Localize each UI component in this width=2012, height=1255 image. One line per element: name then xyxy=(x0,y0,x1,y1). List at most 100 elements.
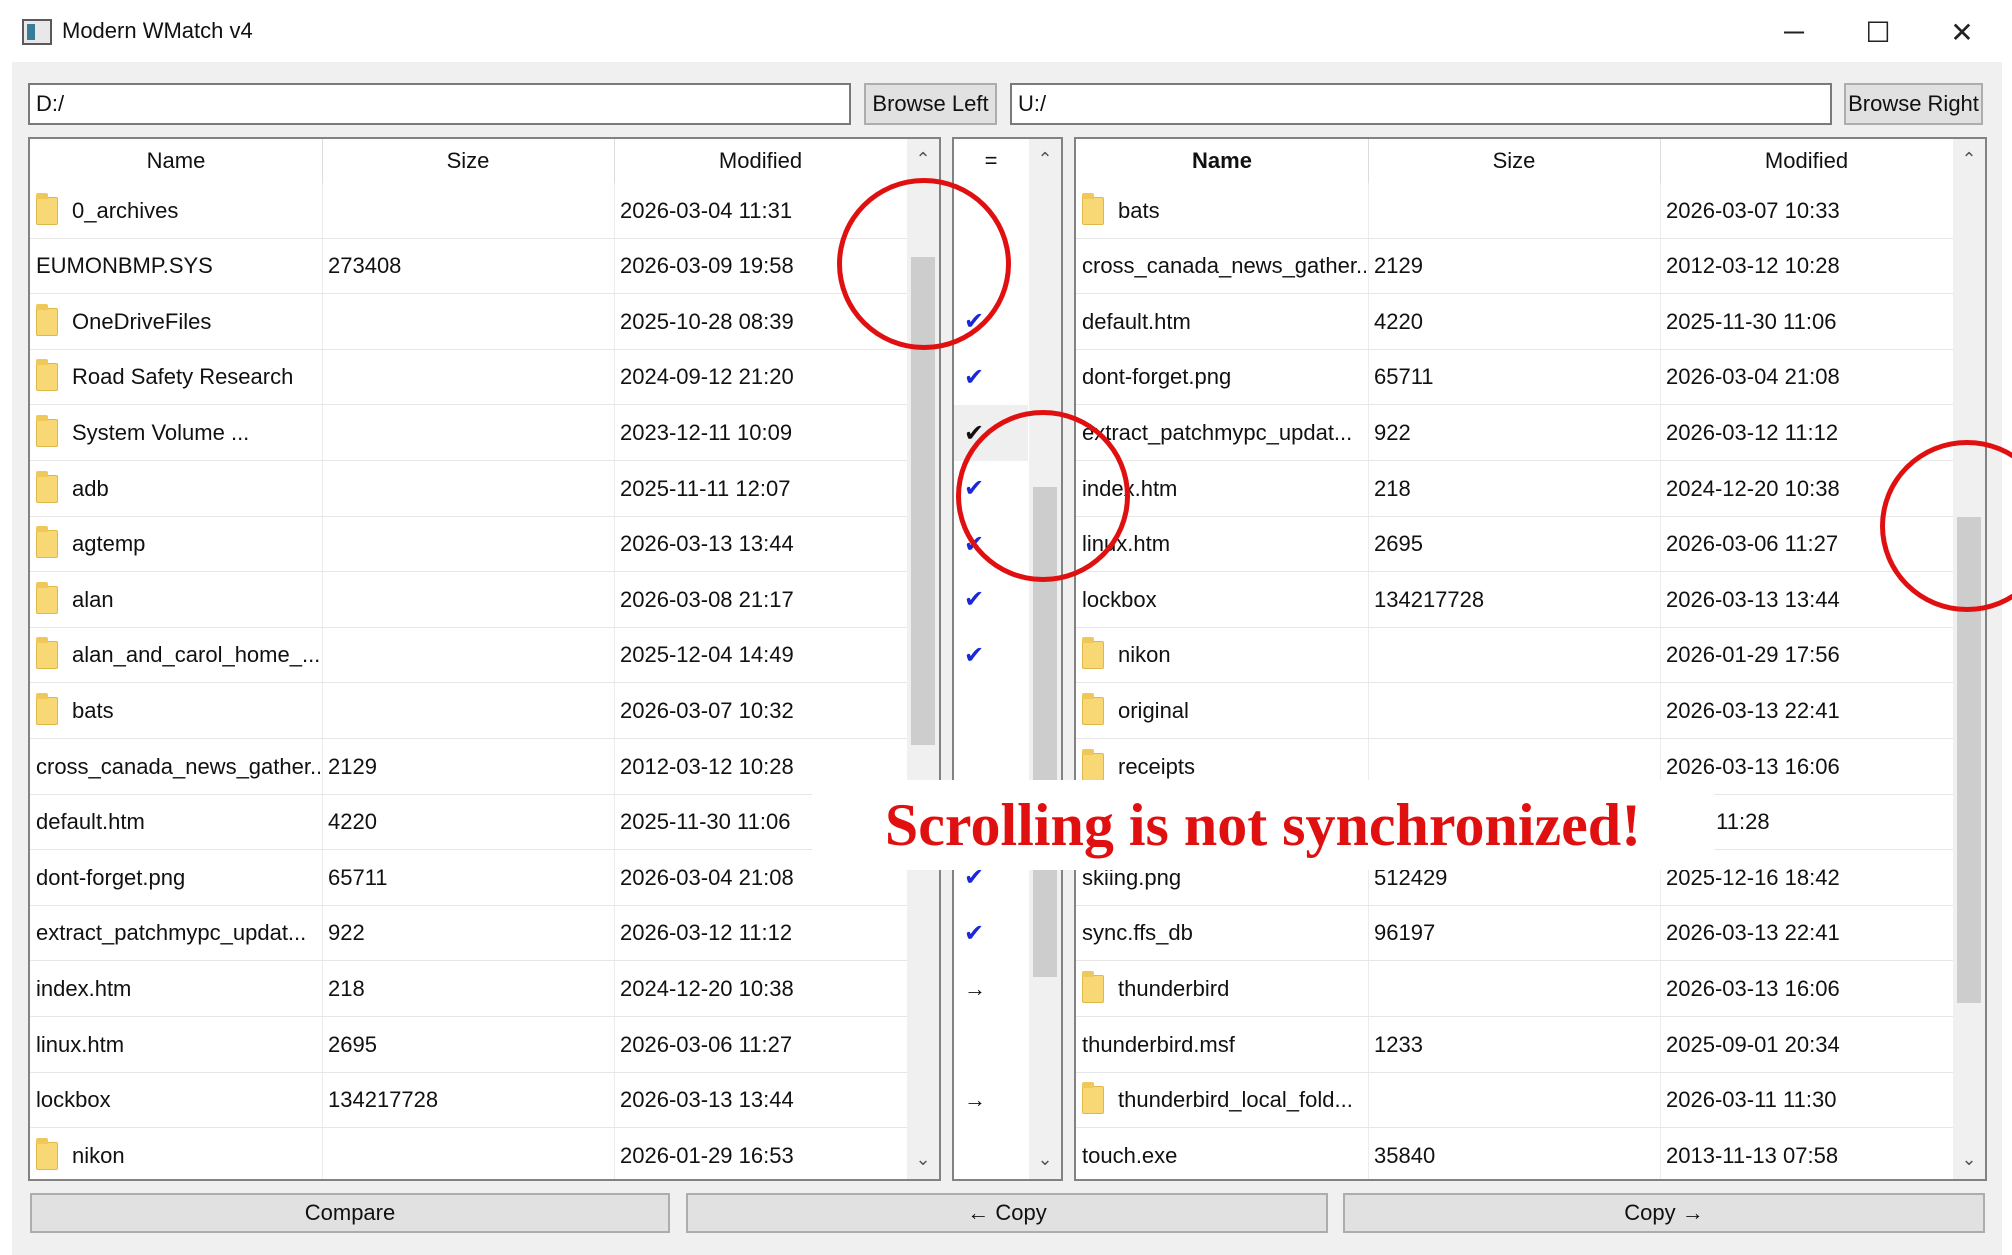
minimize-button[interactable]: ─ xyxy=(1754,6,1834,58)
file-name-cell: bats xyxy=(36,683,320,738)
right-file-row[interactable]: bats 2026-03-07 10:33 xyxy=(1076,183,1953,239)
file-name: linux.htm xyxy=(36,1031,125,1057)
left-file-row[interactable]: 0_archives 2026-03-04 11:31 xyxy=(30,183,907,239)
file-name-cell: thunderbird.msf xyxy=(1082,1017,1366,1072)
file-name: touch.exe xyxy=(1082,1142,1178,1168)
file-name-cell: original xyxy=(1082,683,1366,738)
scroll-down-arrow-icon[interactable]: ⌄ xyxy=(1953,1139,1985,1179)
file-name-cell: Road Safety Research xyxy=(36,350,320,405)
right-file-row[interactable]: extract_patchmypc_updat... 922 2026-03-12 … xyxy=(1076,405,1953,461)
left-file-row[interactable]: OneDriveFiles 2025-10-28 08:39 xyxy=(30,294,907,350)
left-path-input[interactable] xyxy=(28,83,851,125)
app-icon xyxy=(22,19,52,45)
right-file-row[interactable]: nikon 2026-01-29 17:56 xyxy=(1076,628,1953,684)
right-header-modified[interactable]: Modified xyxy=(1660,139,1953,183)
copy-right-button[interactable]: Copy → xyxy=(1343,1193,1985,1233)
left-file-row[interactable]: alan 2026-03-08 21:17 xyxy=(30,572,907,628)
file-name-cell: nikon xyxy=(1082,628,1366,683)
left-file-row[interactable]: index.htm 218 2024-12-20 10:38 xyxy=(30,961,907,1017)
right-file-list[interactable]: Name Size Modified bats 2026-03-07 10:33 c… xyxy=(1074,137,1987,1181)
file-size xyxy=(1374,183,1654,238)
left-file-row[interactable]: nikon 2026-01-29 16:53 xyxy=(30,1128,907,1179)
right-file-row[interactable]: default.htm 4220 2025-11-30 11:06 xyxy=(1076,294,1953,350)
folder-icon xyxy=(36,303,58,336)
right-file-row[interactable]: linux.htm 2695 2026-03-06 11:27 xyxy=(1076,517,1953,573)
match-cell xyxy=(954,1128,1028,1179)
right-file-row[interactable]: lockbox 134217728 2026-03-13 13:44 xyxy=(1076,572,1953,628)
right-file-row[interactable]: cross_canada_news_gather... 2129 2012-03-1… xyxy=(1076,239,1953,295)
file-modified: 2024-09-12 21:20 xyxy=(620,364,794,390)
annotation-circle-middle-scrollbar xyxy=(956,410,1130,582)
right-file-row[interactable]: touch.exe 35840 2013-11-13 07:58 xyxy=(1076,1128,1953,1179)
compare-button[interactable]: Compare xyxy=(30,1193,670,1233)
file-name-cell: bats xyxy=(1082,183,1366,238)
left-file-row[interactable]: adb 2025-11-11 12:07 xyxy=(30,461,907,517)
right-file-row[interactable]: original 2026-03-13 22:41 xyxy=(1076,683,1953,739)
left-header-size[interactable]: Size xyxy=(322,139,614,183)
file-name: nikon xyxy=(1118,642,1171,668)
file-name-cell: dont-forget.png xyxy=(36,850,320,905)
scroll-up-arrow-icon[interactable]: ⌃ xyxy=(1953,139,1985,179)
scroll-up-arrow-icon[interactable]: ⌃ xyxy=(907,139,939,179)
file-size: 65711 xyxy=(328,864,388,890)
left-file-row[interactable]: lockbox 134217728 2026-03-13 13:44 xyxy=(30,1073,907,1129)
file-name: thunderbird_local_fold... xyxy=(1118,1087,1353,1113)
left-file-row[interactable]: dont-forget.png 65711 2026-03-04 21:08 xyxy=(30,850,907,906)
right-scrollbar[interactable]: ⌃ ⌄ xyxy=(1953,139,1985,1179)
scroll-up-arrow-icon[interactable]: ⌃ xyxy=(1029,139,1061,179)
file-name-cell: alan_and_carol_home_... xyxy=(36,628,320,683)
left-file-row[interactable]: alan_and_carol_home_... 2025-12-04 14:49 xyxy=(30,628,907,684)
left-file-row[interactable]: extract_patchmypc_updat... 922 2026-03-12 … xyxy=(30,906,907,962)
middle-scrollbar[interactable]: ⌃ ⌄ xyxy=(1029,139,1061,1179)
file-size: 2129 xyxy=(1374,253,1423,279)
close-button[interactable]: ✕ xyxy=(1922,6,2002,58)
left-file-row[interactable]: Road Safety Research 2024-09-12 21:20 xyxy=(30,350,907,406)
right-file-row[interactable]: index.htm 218 2024-12-20 10:38 xyxy=(1076,461,1953,517)
right-path-input[interactable] xyxy=(1010,83,1832,125)
scroll-down-arrow-icon[interactable]: ⌄ xyxy=(1029,1139,1061,1179)
right-file-row[interactable]: sync.ffs_db 96197 2026-03-13 22:41 xyxy=(1076,906,1953,962)
arrow-icon: → xyxy=(964,976,986,1002)
right-file-row[interactable]: thunderbird_local_fold... 2026-03-11 11:3… xyxy=(1076,1073,1953,1129)
right-file-row[interactable]: dont-forget.png 65711 2026-03-04 21:08 xyxy=(1076,350,1953,406)
file-name-cell: lockbox xyxy=(1082,572,1366,627)
left-file-list[interactable]: Name Size Modified 0_archives 2026-03-04 … xyxy=(28,137,941,1181)
left-file-row[interactable]: EUMONBMP.SYS 273408 2026-03-09 19:58 xyxy=(30,239,907,295)
scroll-down-arrow-icon[interactable]: ⌄ xyxy=(907,1139,939,1179)
file-name: lockbox xyxy=(36,1087,111,1113)
maximize-button[interactable]: ☐ xyxy=(1838,6,1918,58)
file-size xyxy=(328,1128,608,1179)
file-name: EUMONBMP.SYS xyxy=(36,253,213,279)
match-header[interactable]: = xyxy=(954,139,1028,183)
right-header-size[interactable]: Size xyxy=(1368,139,1660,183)
right-file-row[interactable]: thunderbird 2026-03-13 16:06 xyxy=(1076,961,1953,1017)
copy-left-button[interactable]: ← Copy xyxy=(686,1193,1328,1233)
file-modified: 2025-11-30 11:06 xyxy=(1666,308,1837,334)
file-modified: 2026-03-04 21:08 xyxy=(1666,364,1840,390)
right-file-row[interactable]: thunderbird.msf 1233 2025-09-01 20:34 xyxy=(1076,1017,1953,1073)
left-file-row[interactable]: default.htm 4220 2025-11-30 11:06 xyxy=(30,795,907,851)
file-name-cell: OneDriveFiles xyxy=(36,294,320,349)
left-header-name[interactable]: Name xyxy=(30,139,322,183)
file-name-cell: default.htm xyxy=(36,795,320,850)
file-size: 35840 xyxy=(1374,1142,1436,1168)
file-modified: 2026-03-13 22:41 xyxy=(1666,697,1840,723)
left-file-row[interactable]: linux.htm 2695 2026-03-06 11:27 xyxy=(30,1017,907,1073)
file-modified: 2025-09-01 20:34 xyxy=(1666,1031,1840,1057)
left-file-row[interactable]: System Volume ... 2023-12-11 10:09 xyxy=(30,405,907,461)
checkmark-icon: ✔ xyxy=(964,364,985,392)
match-cell xyxy=(954,1017,1028,1073)
folder-icon xyxy=(36,637,58,670)
right-header-name[interactable]: Name xyxy=(1076,139,1368,183)
left-file-row[interactable]: bats 2026-03-07 10:32 xyxy=(30,683,907,739)
file-size xyxy=(328,350,608,405)
left-file-row[interactable]: cross_canada_news_gather... 2129 2012-03-1… xyxy=(30,739,907,795)
file-modified: 2023-12-11 10:09 xyxy=(620,419,793,445)
file-size: 134217728 xyxy=(1374,586,1485,612)
left-header-modified[interactable]: Modified xyxy=(614,139,907,183)
left-file-row[interactable]: agtemp 2026-03-13 13:44 xyxy=(30,517,907,573)
browse-right-button[interactable]: Browse Right xyxy=(1844,83,1983,125)
file-size xyxy=(328,405,608,460)
file-name-cell: touch.exe xyxy=(1082,1128,1366,1179)
browse-left-button[interactable]: Browse Left xyxy=(864,83,997,125)
